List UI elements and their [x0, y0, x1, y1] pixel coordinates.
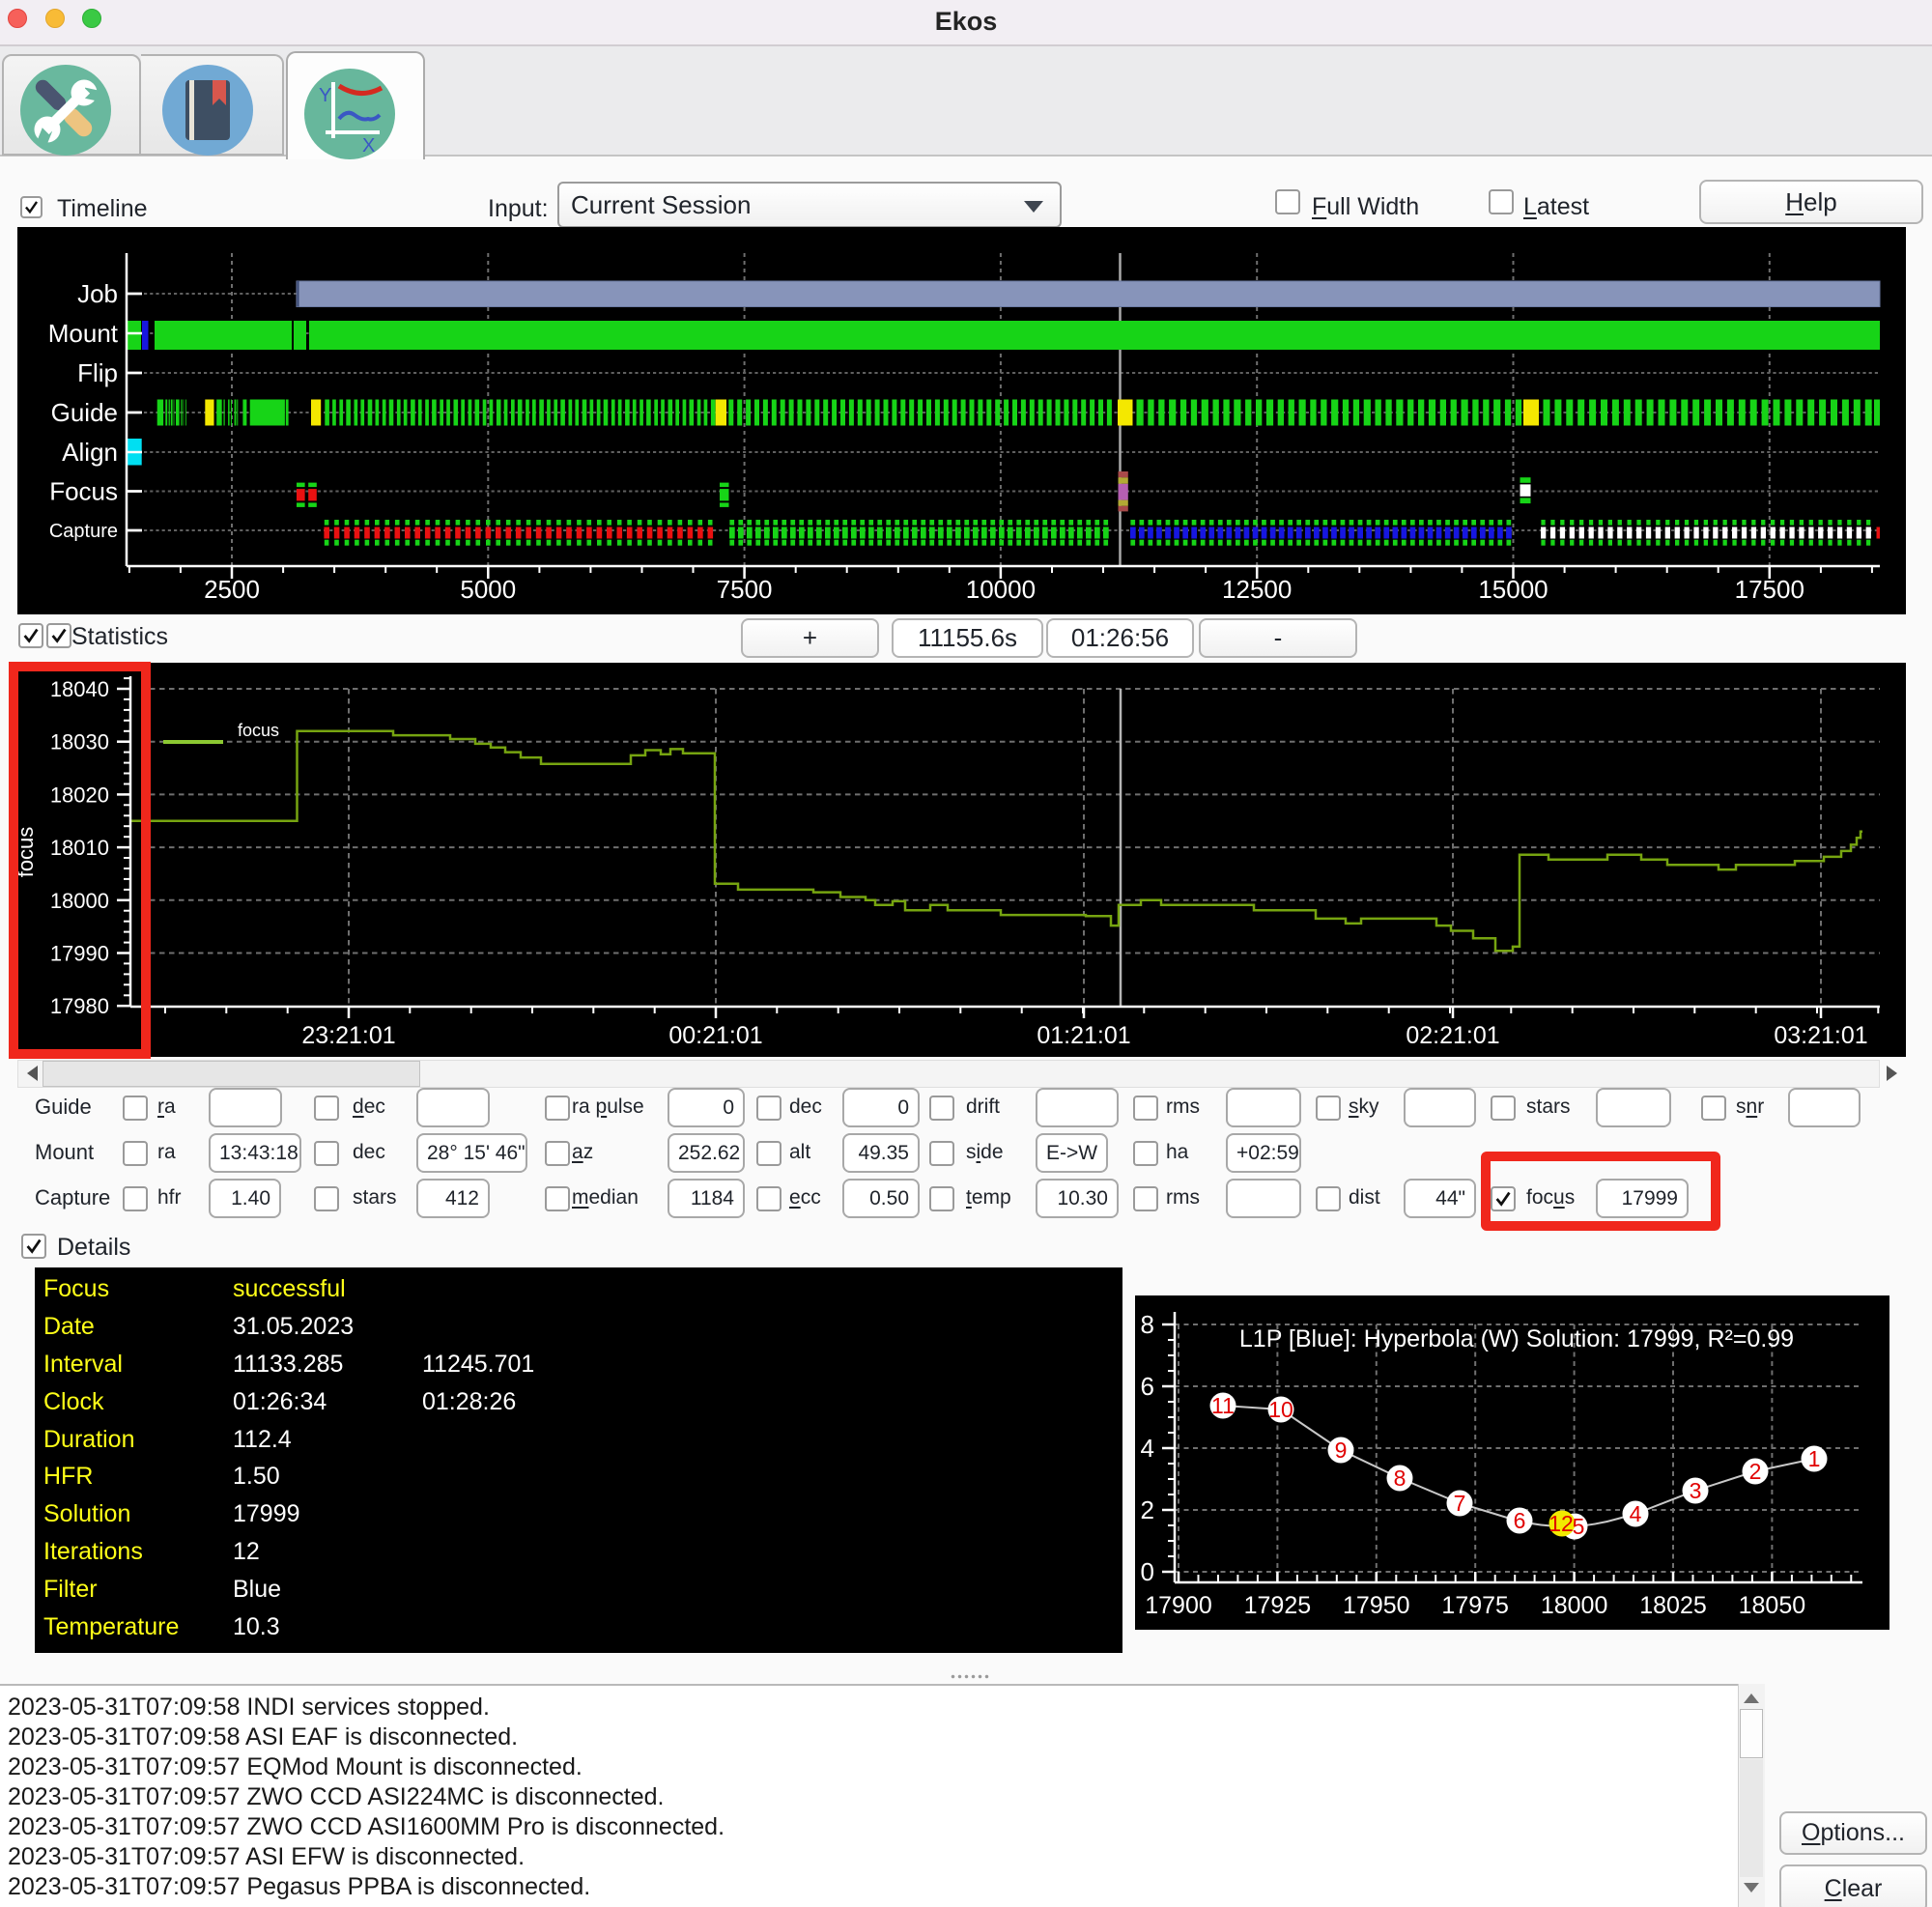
svg-text:Focus: Focus: [49, 477, 118, 506]
svg-text:L1P [Blue]: Hyperbola (W) Solu: L1P [Blue]: Hyperbola (W) Solution: 1799…: [1239, 1325, 1794, 1352]
svg-text:2500: 2500: [204, 575, 260, 604]
svg-text:01:21:01: 01:21:01: [1037, 1022, 1130, 1049]
svg-text:Y: Y: [319, 85, 331, 106]
svg-text:18025: 18025: [1639, 1592, 1707, 1619]
svg-text:Job: Job: [77, 279, 118, 308]
svg-text:17500: 17500: [1735, 575, 1804, 604]
svg-text:6: 6: [1141, 1372, 1154, 1401]
svg-text:18050: 18050: [1739, 1592, 1806, 1619]
svg-text:9: 9: [1335, 1437, 1348, 1463]
svg-text:23:21:01: 23:21:01: [301, 1022, 395, 1049]
svg-text:Guide: Guide: [51, 398, 118, 427]
svg-text:12: 12: [1548, 1511, 1574, 1536]
svg-text:8: 8: [1141, 1310, 1154, 1339]
svg-text:Capture: Capture: [49, 521, 118, 542]
svg-text:Align: Align: [62, 438, 118, 467]
svg-text:0: 0: [1141, 1557, 1154, 1586]
svg-text:17950: 17950: [1343, 1592, 1410, 1619]
svg-text:5: 5: [1573, 1514, 1585, 1539]
svg-text:focus: focus: [238, 721, 279, 740]
svg-text:03:21:01: 03:21:01: [1774, 1022, 1867, 1049]
svg-text:5000: 5000: [460, 575, 516, 604]
svg-text:2: 2: [1749, 1459, 1762, 1484]
svg-text:4: 4: [1630, 1501, 1642, 1526]
svg-text:02:21:01: 02:21:01: [1406, 1022, 1499, 1049]
svg-text:1: 1: [1808, 1446, 1821, 1471]
svg-text:11: 11: [1211, 1393, 1235, 1418]
svg-text:00:21:01: 00:21:01: [668, 1022, 762, 1049]
svg-text:7500: 7500: [717, 575, 773, 604]
svg-text:8: 8: [1394, 1466, 1406, 1491]
svg-text:17900: 17900: [1145, 1592, 1212, 1619]
svg-text:10000: 10000: [966, 575, 1036, 604]
svg-text:4: 4: [1141, 1434, 1154, 1463]
svg-text:18000: 18000: [1541, 1592, 1608, 1619]
svg-text:Flip: Flip: [77, 358, 118, 387]
svg-text:X: X: [362, 135, 375, 157]
svg-text:12500: 12500: [1222, 575, 1292, 604]
svg-text:3: 3: [1690, 1478, 1702, 1503]
svg-text:10: 10: [1268, 1397, 1293, 1422]
svg-text:15000: 15000: [1478, 575, 1548, 604]
svg-text:2: 2: [1141, 1495, 1154, 1524]
svg-text:6: 6: [1514, 1508, 1526, 1533]
svg-text:7: 7: [1454, 1491, 1466, 1516]
svg-text:Mount: Mount: [48, 319, 119, 348]
svg-text:17925: 17925: [1244, 1592, 1312, 1619]
svg-text:17975: 17975: [1441, 1592, 1509, 1619]
